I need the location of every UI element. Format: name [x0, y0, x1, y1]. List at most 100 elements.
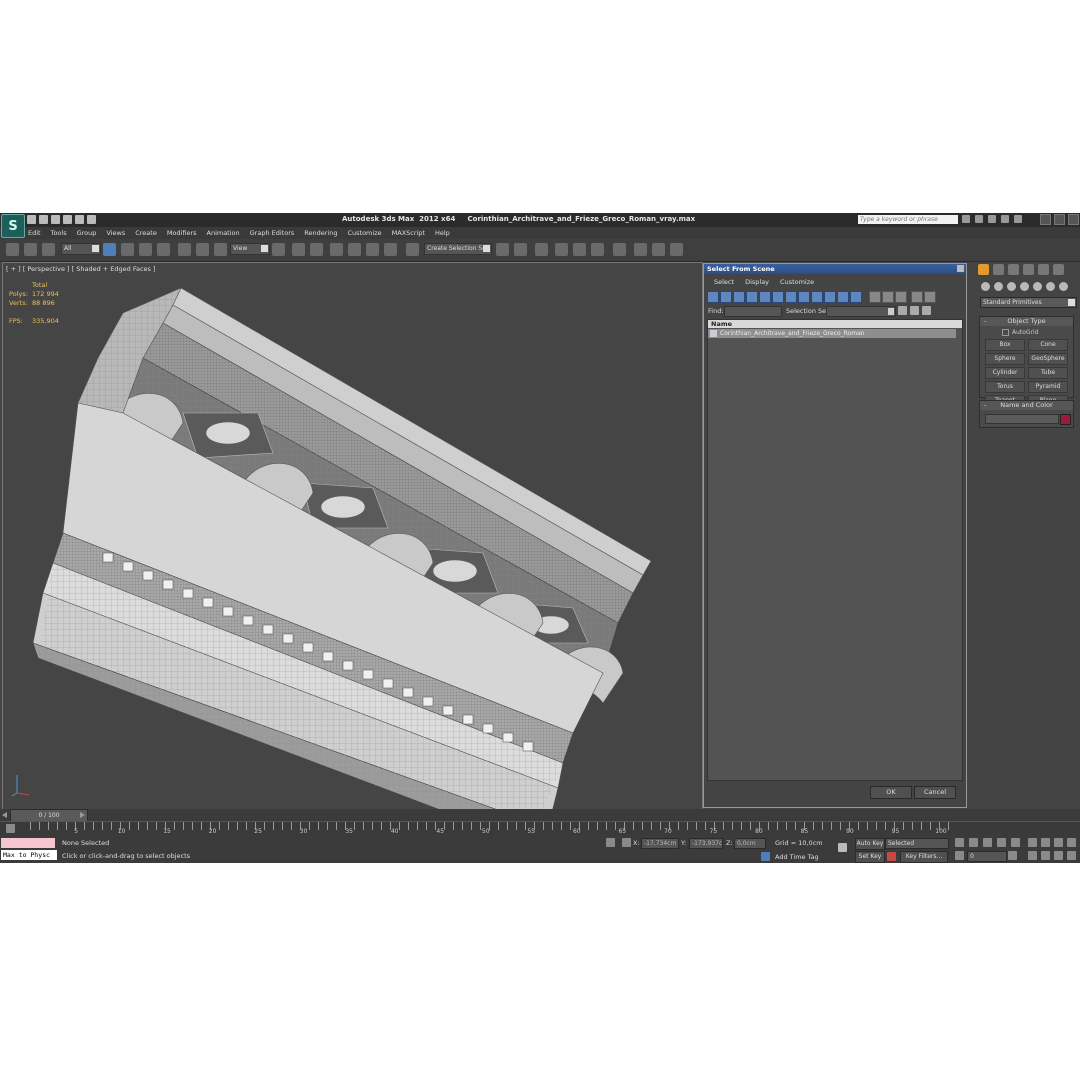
zoom-extents-all-icon[interactable] [1067, 838, 1076, 847]
systems-category-icon[interactable] [1059, 282, 1068, 291]
align-icon[interactable] [514, 243, 527, 256]
render-setup-icon[interactable] [634, 243, 647, 256]
perspective-viewport[interactable]: [ + ] [ Perspective ] [ Shaded + Edged F… [2, 262, 703, 810]
menu-create[interactable]: Create [135, 229, 157, 237]
time-slider-left-arrow-icon[interactable] [2, 812, 7, 818]
display-helpers-icon[interactable] [759, 291, 771, 303]
unlink-icon[interactable] [24, 243, 37, 256]
select-invert-icon[interactable] [895, 291, 907, 303]
auto-key-button[interactable]: Auto Key [855, 838, 885, 850]
field-of-view-icon[interactable] [1028, 851, 1037, 860]
select-by-name-icon[interactable] [121, 243, 134, 256]
set-key-mode-icon[interactable] [887, 852, 896, 861]
dialog-menu-select[interactable]: Select [714, 278, 734, 286]
create-selection-set-icon[interactable] [898, 306, 907, 315]
menu-graph-editors[interactable]: Graph Editors [250, 229, 295, 237]
pan-view-icon[interactable] [1041, 851, 1050, 860]
primitive-category-dropdown[interactable]: Standard Primitives [980, 297, 1077, 308]
select-none-icon[interactable] [882, 291, 894, 303]
project-folder-icon[interactable] [87, 215, 96, 224]
menu-help[interactable]: Help [435, 229, 450, 237]
space-warps-category-icon[interactable] [1046, 282, 1055, 291]
dialog-title-bar[interactable]: Select From Scene [704, 264, 966, 274]
autogrid-checkbox[interactable]: AutoGrid [1002, 329, 1039, 336]
filter-icon[interactable] [911, 291, 923, 303]
display-containers-icon[interactable] [824, 291, 836, 303]
menu-maxscript[interactable]: MAXScript [392, 229, 425, 237]
modify-tab-icon[interactable] [993, 264, 1004, 275]
curve-editor-mini-icon[interactable] [6, 824, 15, 833]
sphere-button[interactable]: Sphere [985, 353, 1025, 365]
lock-selection-icon[interactable] [606, 838, 615, 847]
bind-space-warp-icon[interactable] [42, 243, 55, 256]
z-coordinate-field[interactable]: 0,0cm [734, 838, 766, 849]
communication-center-icon[interactable] [988, 215, 996, 223]
selection-set-dropdown[interactable] [826, 306, 896, 317]
maximize-viewport-icon[interactable] [1067, 851, 1076, 860]
add-to-selection-set-icon[interactable] [910, 306, 919, 315]
menu-rendering[interactable]: Rendering [304, 229, 337, 237]
select-object-icon[interactable] [103, 243, 116, 256]
angle-snap-icon[interactable] [348, 243, 361, 256]
object-type-header[interactable]: Object Type [980, 317, 1073, 326]
filter-settings-icon[interactable] [924, 291, 936, 303]
redo-icon[interactable] [75, 215, 84, 224]
display-bones-icon[interactable] [811, 291, 823, 303]
move-icon[interactable] [178, 243, 191, 256]
previous-frame-icon[interactable] [969, 838, 978, 847]
help-icon[interactable] [1014, 215, 1022, 223]
hierarchy-tab-icon[interactable] [1008, 264, 1019, 275]
pivot-center-icon[interactable] [272, 243, 285, 256]
y-coordinate-field[interactable]: -173,937c [689, 838, 723, 849]
display-groups-icon[interactable] [785, 291, 797, 303]
spinner-snap-icon[interactable] [384, 243, 397, 256]
list-item[interactable]: Corinthian_Architrave_and_Frieze_Greco_R… [708, 329, 956, 338]
motion-tab-icon[interactable] [1023, 264, 1034, 275]
find-input[interactable] [724, 306, 782, 317]
zoom-all-icon[interactable] [1041, 838, 1050, 847]
percent-snap-icon[interactable] [366, 243, 379, 256]
maxscript-listener-output[interactable] [1, 838, 55, 848]
display-shapes-icon[interactable] [720, 291, 732, 303]
cylinder-button[interactable]: Cylinder [985, 367, 1025, 379]
undo-icon[interactable] [63, 215, 72, 224]
create-tab-icon[interactable] [978, 264, 989, 275]
menu-views[interactable]: Views [106, 229, 125, 237]
save-file-icon[interactable] [51, 215, 60, 224]
dialog-close-icon[interactable] [957, 265, 964, 272]
select-manipulate-icon[interactable] [292, 243, 305, 256]
menu-animation[interactable]: Animation [207, 229, 240, 237]
dialog-menu-customize[interactable]: Customize [780, 278, 814, 286]
cancel-button[interactable]: Cancel [914, 786, 956, 799]
display-frozen-icon[interactable] [837, 291, 849, 303]
menu-group[interactable]: Group [77, 229, 97, 237]
goto-end-icon[interactable] [1011, 838, 1020, 847]
scale-icon[interactable] [214, 243, 227, 256]
open-file-icon[interactable] [39, 215, 48, 224]
snaps-toggle-icon[interactable] [330, 243, 343, 256]
zoom-extents-icon[interactable] [1054, 838, 1063, 847]
object-color-swatch[interactable] [1060, 414, 1071, 425]
cameras-category-icon[interactable] [1020, 282, 1029, 291]
torus-button[interactable]: Torus [985, 381, 1025, 393]
display-xrefs-icon[interactable] [798, 291, 810, 303]
tube-button[interactable]: Tube [1028, 367, 1068, 379]
goto-start-icon[interactable] [955, 838, 964, 847]
rectangular-selection-icon[interactable] [139, 243, 152, 256]
select-all-icon[interactable] [869, 291, 881, 303]
time-tag-icon[interactable] [761, 852, 770, 861]
menu-tools[interactable]: Tools [51, 229, 67, 237]
rotate-icon[interactable] [196, 243, 209, 256]
mirror-icon[interactable] [496, 243, 509, 256]
utilities-tab-icon[interactable] [1053, 264, 1064, 275]
display-geometry-icon[interactable] [707, 291, 719, 303]
next-frame-icon[interactable] [997, 838, 1006, 847]
lights-category-icon[interactable] [1007, 282, 1016, 291]
search-input[interactable]: Type a keyword or phrase [858, 215, 958, 224]
absolute-mode-icon[interactable] [622, 838, 631, 847]
orbit-icon[interactable] [1054, 851, 1063, 860]
new-file-icon[interactable] [27, 215, 36, 224]
time-slider-right-arrow-icon[interactable] [80, 812, 85, 818]
key-icon[interactable] [838, 843, 847, 852]
maximize-button[interactable] [1054, 214, 1065, 225]
